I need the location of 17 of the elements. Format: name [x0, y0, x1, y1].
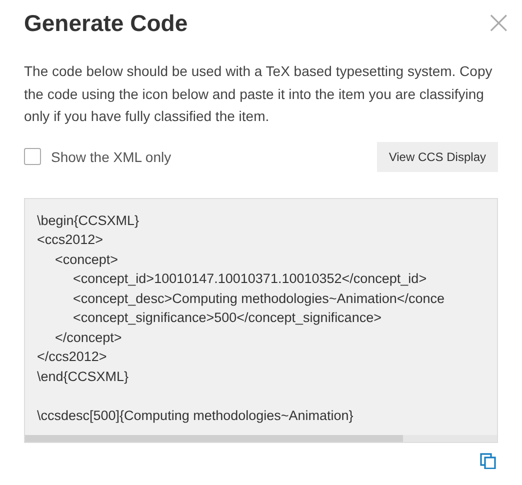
code-line: <concept>	[55, 252, 118, 266]
checkbox-label: Show the XML only	[51, 148, 172, 164]
code-line: </ccs2012>	[37, 349, 107, 364]
code-line: </concept>	[55, 330, 122, 344]
code-line: \begin{CCSXML}	[37, 212, 140, 228]
description-text: The code below should be used with a TeX based typesetting system. Copy the code using the icon below and paste it into the item you are classifying only if you have fully classified the item.	[24, 62, 494, 126]
code-line: <concept_desc>Computing methodologies~Animation</conce	[73, 290, 444, 306]
xml-only-checkbox[interactable]	[24, 148, 41, 165]
code-line: <concept_significance>500</concept_significance>	[73, 310, 382, 325]
code-line: <ccs2012>	[37, 232, 104, 247]
copy-icon[interactable]	[480, 452, 496, 468]
code-line: <concept_id>10010147.10010371.10010352</concept_id>	[73, 271, 427, 286]
horizontal-scrollbar[interactable]	[25, 434, 497, 442]
view-ccs-display-button[interactable]: View CCS Display	[376, 142, 498, 172]
dialog-title: Generate Code	[24, 9, 188, 38]
code-line: \end{CCSXML}	[37, 368, 129, 384]
code-line: \ccsdesc[500]{Computing methodologies~Animation}	[37, 408, 354, 422]
